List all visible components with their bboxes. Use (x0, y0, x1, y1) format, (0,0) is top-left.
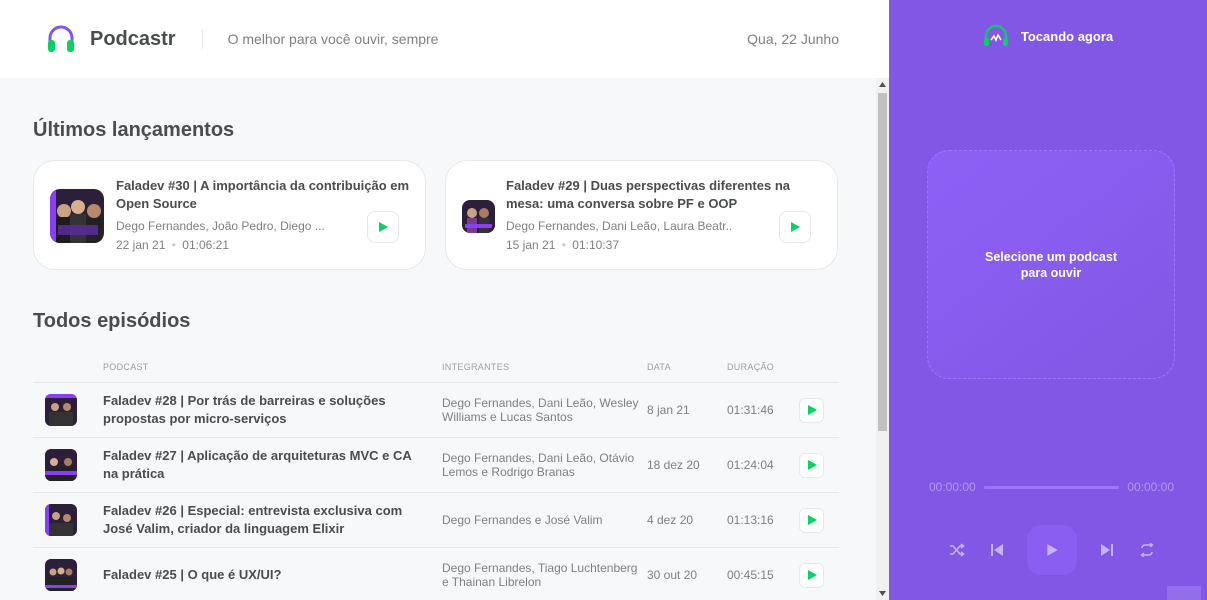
scroll-up-arrow-icon[interactable] (876, 78, 889, 91)
play-pause-button[interactable] (1027, 525, 1077, 575)
previous-button[interactable] (987, 540, 1007, 560)
episode-title[interactable]: Faladev #30 | A importância da contribui… (116, 177, 411, 213)
empty-player-message: Selecione um podcast para ouvir (985, 249, 1117, 280)
shuffle-button[interactable] (947, 540, 967, 560)
episode-members: Dego Fernandes, Dani Leão, Laura Beatr..… (506, 219, 731, 233)
episode-members: Dego Fernandes, Dani Leão, Wesley Willia… (442, 396, 639, 424)
main-scrollbar[interactable] (876, 78, 889, 600)
current-time: 00:00:00 (929, 480, 976, 494)
next-button[interactable] (1097, 540, 1117, 560)
episode-duration: 00:45:15 (727, 568, 774, 582)
episode-duration: 01:24:04 (727, 458, 774, 472)
episode-duration: 01:13:16 (727, 513, 774, 527)
tagline: O melhor para você ouvir, sempre (227, 31, 439, 47)
player-controls (947, 525, 1157, 575)
episode-title[interactable]: Faladev #27 | Aplicação de arquiteturas … (103, 447, 442, 483)
episode-date: 4 dez 20 (647, 513, 694, 527)
episode-title[interactable]: Faladev #28 | Por trás de barreiras e so… (103, 392, 442, 428)
logo[interactable]: Podcastr (46, 24, 176, 54)
column-header-date: Data (647, 361, 671, 372)
player-panel: Tocando agora Selecione um podcast para … (889, 0, 1207, 600)
current-date: Qua, 22 Junho (747, 31, 839, 47)
play-icon (807, 515, 817, 525)
episode-members: Dego Fernandes, João Pedro, Diego ... (116, 219, 325, 233)
header-divider (201, 29, 203, 49)
latest-episode-card: Faladev #30 | A importância da contribui… (33, 160, 426, 270)
total-time: 00:00:00 (1127, 480, 1174, 494)
table-row: Faladev #27 | Aplicação de arquiteturas … (33, 438, 839, 493)
main-content: Últimos lançamentos Faladev #30 | A impo… (0, 78, 876, 600)
episode-date: 18 dez 20 (647, 458, 700, 472)
skip-previous-icon (991, 544, 1003, 556)
episode-duration: 01:06:21 (182, 238, 229, 252)
play-icon (807, 460, 817, 470)
episode-meta: 15 jan 21 • 01:10:37 (506, 238, 619, 252)
progress: 00:00:00 00:00:00 (929, 480, 1174, 494)
play-button[interactable] (367, 211, 399, 243)
episode-date: 22 jan 21 (116, 238, 166, 252)
episode-duration: 01:31:46 (727, 403, 774, 417)
episode-meta: 22 jan 21 • 01:06:21 (116, 238, 229, 252)
brand-name: Podcastr (90, 27, 176, 50)
now-playing-icon (983, 24, 1008, 46)
meta-separator: • (171, 238, 176, 252)
table-row: Faladev #26 | Especial: entrevista exclu… (33, 493, 839, 548)
episode-thumbnail[interactable] (45, 504, 77, 536)
play-button[interactable] (799, 562, 824, 588)
scrollbar-thumb[interactable] (878, 93, 887, 431)
table-row: Faladev #25 | O que é UX/UI? Dego Fernan… (33, 548, 839, 600)
column-header-members: Integrantes (442, 361, 510, 372)
episode-date: 30 out 20 (647, 568, 698, 582)
empty-player-placeholder: Selecione um podcast para ouvir (927, 150, 1175, 379)
shuffle-icon (950, 543, 965, 557)
column-header-duration: Duração (727, 361, 775, 372)
play-button[interactable] (799, 452, 824, 478)
headphones-icon (48, 25, 74, 52)
repeat-button[interactable] (1137, 540, 1157, 560)
episode-thumbnail[interactable] (45, 449, 77, 481)
play-icon (791, 222, 800, 232)
play-button[interactable] (779, 211, 811, 243)
repeat-icon (1140, 543, 1154, 557)
play-icon (1047, 544, 1058, 556)
latest-episodes-title: Últimos lançamentos (33, 119, 235, 141)
player-title: Tocando agora (1020, 28, 1114, 44)
play-icon (807, 570, 817, 580)
episodes-table: Podcast Integrantes Data Duração Faladev… (33, 351, 839, 600)
all-episodes-title: Todos episódios (33, 310, 191, 332)
table-row: Faladev #28 | Por trás de barreiras e so… (33, 383, 839, 438)
column-header-podcast: Podcast (103, 361, 149, 372)
episode-title[interactable]: Faladev #26 | Especial: entrevista exclu… (103, 502, 442, 538)
play-icon (807, 405, 817, 415)
episode-members: Dego Fernandes e José Valim (442, 513, 603, 527)
episode-title[interactable]: Faladev #29 | Duas perspectivas diferent… (506, 177, 811, 213)
episode-thumbnail[interactable] (45, 394, 77, 426)
progress-bar[interactable] (983, 485, 1120, 489)
episode-title[interactable]: Faladev #25 | O que é UX/UI? (103, 566, 442, 584)
header: Podcastr O melhor para você ouvir, sempr… (0, 0, 889, 78)
table-header: Podcast Integrantes Data Duração (33, 351, 839, 383)
episode-duration: 01:10:37 (572, 238, 619, 252)
episode-thumbnail[interactable] (50, 189, 104, 243)
episode-members: Dego Fernandes, Tiago Luchtenberg e Thai… (442, 561, 638, 589)
meta-separator: • (561, 238, 566, 252)
episode-thumbnail[interactable] (45, 559, 77, 591)
player-header: Tocando agora (889, 24, 1207, 48)
scroll-down-arrow-icon[interactable] (876, 587, 889, 600)
play-icon (379, 222, 388, 232)
episode-members: Dego Fernandes, Dani Leão, Otávio Lemos … (442, 451, 635, 479)
skip-next-icon (1101, 544, 1113, 556)
corner-badge (1167, 586, 1201, 600)
play-button[interactable] (799, 507, 824, 533)
episode-thumbnail[interactable] (462, 200, 495, 233)
episode-date: 8 jan 21 (647, 403, 690, 417)
play-button[interactable] (799, 397, 824, 423)
episode-date: 15 jan 21 (506, 238, 556, 252)
latest-episode-card: Faladev #29 | Duas perspectivas diferent… (445, 160, 838, 270)
